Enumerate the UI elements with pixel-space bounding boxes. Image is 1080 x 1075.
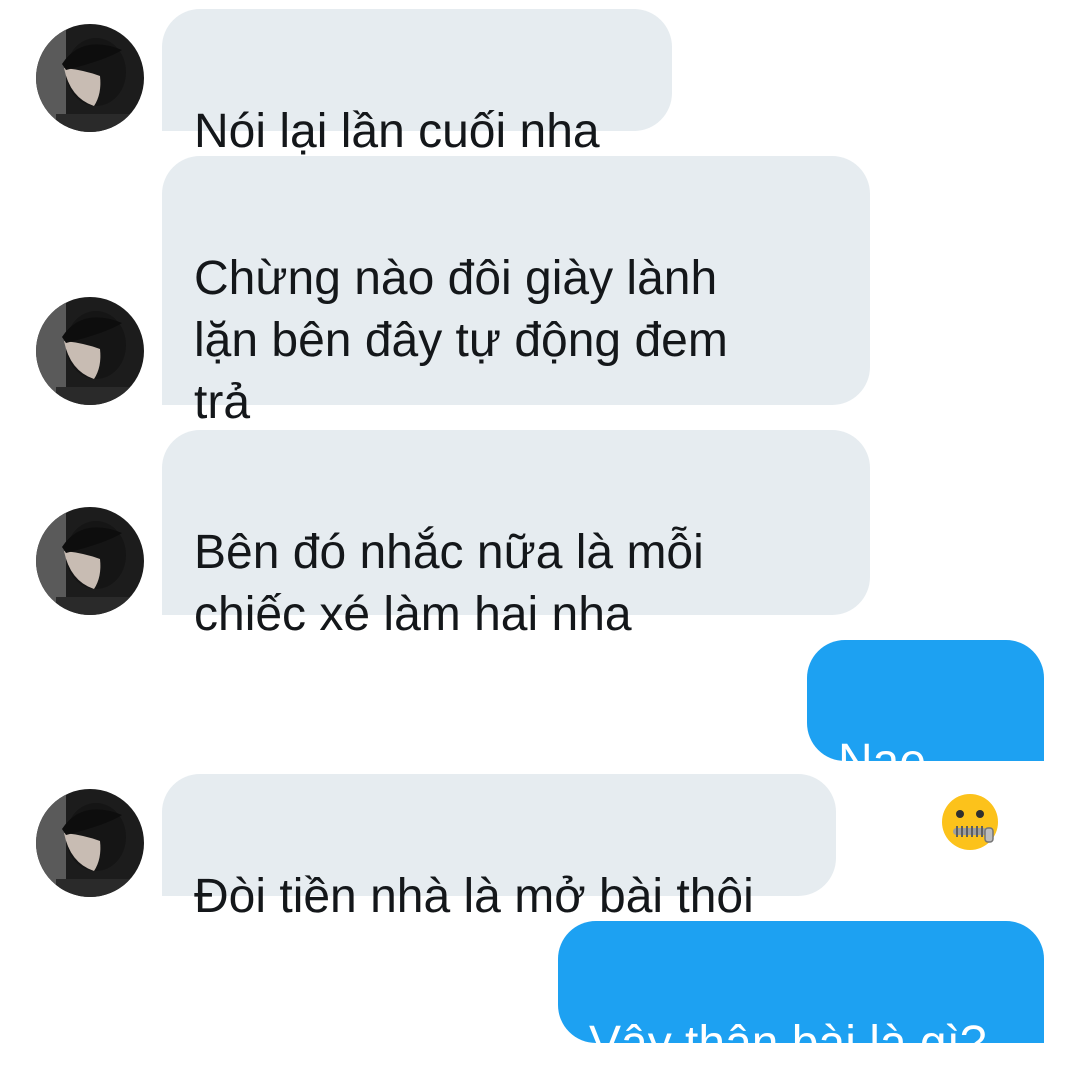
message-text: Chừng nào đôi giày lành lặn bên đây tự đ… [194,252,728,429]
message-text: Bên đó nhắc nữa là mỗi chiếc xé làm hai … [194,526,704,641]
message-text: Vậy thân bài là gì? [589,1017,987,1070]
zipper-mouth-face-icon [940,730,1000,851]
incoming-message-bubble[interactable]: Chừng nào đôi giày lành lặn bên đây tự đ… [162,156,870,429]
contact-avatar[interactable] [36,789,144,897]
incoming-message-bubble[interactable]: Nói lại lần cuối nha [162,9,672,158]
message-text: Nae [838,735,927,788]
message-text: Nói lại lần cuối nha [194,105,600,158]
outgoing-message-bubble[interactable]: Nae [807,640,1044,851]
contact-avatar[interactable] [36,507,144,615]
outgoing-message-bubble[interactable]: Vậy thân bài là gì? [558,921,1044,1070]
incoming-message-bubble[interactable]: Bên đó nhắc nữa là mỗi chiếc xé làm hai … [162,430,870,641]
contact-avatar[interactable] [36,297,144,405]
contact-avatar[interactable] [36,24,144,132]
message-thread: Nói lại lần cuối nha Chừng nào đôi giày … [0,0,1080,1070]
message-text: Đòi tiền nhà là mở bài thôi [194,870,754,923]
incoming-message-bubble[interactable]: Đòi tiền nhà là mở bài thôi [162,774,836,923]
